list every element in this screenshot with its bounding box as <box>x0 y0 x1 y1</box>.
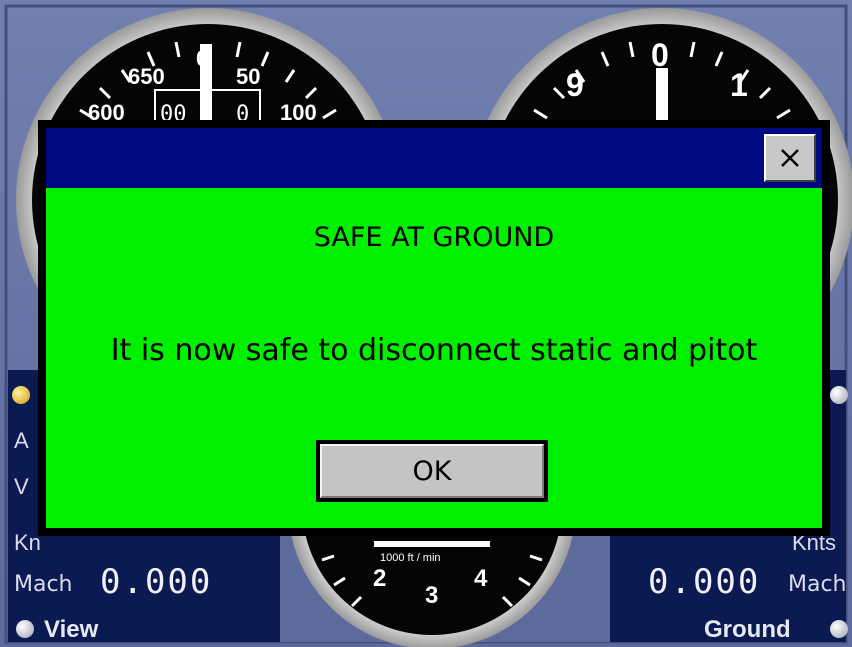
altimeter-tick-0: 0 <box>651 37 669 73</box>
view-label[interactable]: View <box>44 616 98 644</box>
altimeter-tick-1: 1 <box>730 67 748 103</box>
dialog-message: It is now safe to disconnect static and … <box>110 333 758 368</box>
vsi-tick-3: 3 <box>425 582 438 609</box>
ok-button-label: OK <box>412 455 452 487</box>
vsi-tick-4: 4 <box>474 565 488 592</box>
left-mach-value: 0.000 <box>100 562 213 602</box>
dialog-content: SAFE AT GROUND It is now safe to disconn… <box>46 188 822 528</box>
ground-label[interactable]: Ground <box>704 616 791 644</box>
vsi-unit-label: 1000 ft / min <box>380 552 441 564</box>
left-knots-label: Kn <box>14 530 41 555</box>
dialog-title: SAFE AT GROUND <box>313 222 555 253</box>
close-icon <box>781 149 799 167</box>
right-mach-label: Mach <box>788 572 847 597</box>
airspeed-tick-0: 0 <box>196 46 208 71</box>
ground-radio-icon[interactable] <box>830 620 848 638</box>
view-radio-icon[interactable] <box>16 620 34 638</box>
airspeed-tick-50: 50 <box>236 64 260 89</box>
close-button[interactable] <box>764 134 816 182</box>
altimeter-tick-9: 9 <box>566 67 584 103</box>
ok-button[interactable]: OK <box>316 440 548 502</box>
right-mach-value: 0.000 <box>648 562 761 602</box>
airspeed-tick-650: 650 <box>128 64 165 89</box>
left-label-a: A <box>14 428 29 453</box>
left-status-indicator <box>12 386 30 404</box>
vsi-tick-2: 2 <box>373 565 386 592</box>
right-status-indicator <box>830 386 848 404</box>
dialog-titlebar <box>46 128 822 188</box>
left-mach-label: Mach <box>14 572 73 597</box>
left-label-v: V <box>14 474 29 499</box>
